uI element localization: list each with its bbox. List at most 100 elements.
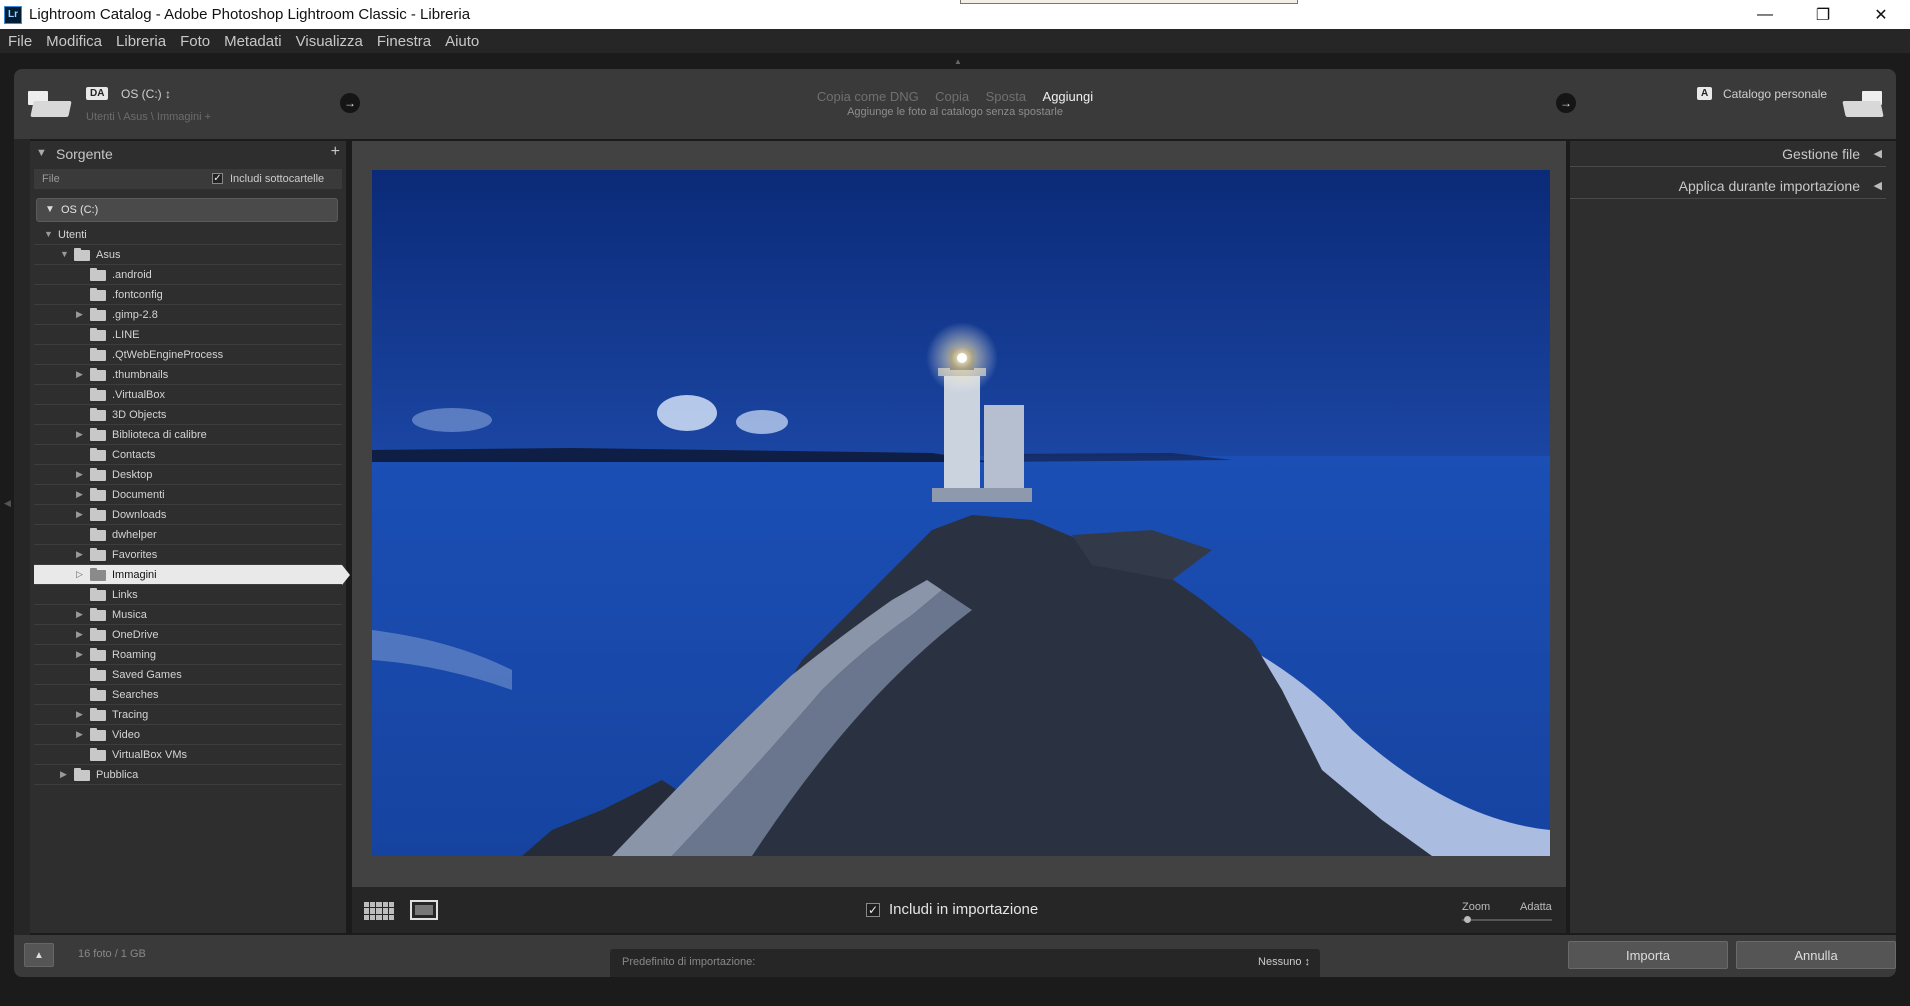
- tree-row[interactable]: ▶ Roaming: [34, 645, 342, 665]
- tree-row[interactable]: Links: [34, 585, 342, 605]
- tree-row-label: Video: [112, 729, 140, 741]
- menu-aiuto[interactable]: Aiuto: [445, 33, 479, 50]
- maximize-button[interactable]: ❐: [1794, 0, 1852, 29]
- menu-visualizza[interactable]: Visualizza: [296, 33, 363, 50]
- minimize-button[interactable]: —: [1736, 0, 1794, 29]
- tree-row-label: dwhelper: [112, 529, 157, 541]
- tree-row[interactable]: Searches: [34, 685, 342, 705]
- folder-icon: [90, 428, 106, 441]
- mode-add[interactable]: Aggiungi: [1043, 89, 1094, 104]
- source-panel-header[interactable]: ▼ Sorgente +: [30, 141, 346, 165]
- expand-triangle-icon[interactable]: ▶: [76, 729, 86, 740]
- import-preset-bar[interactable]: Predefinito di importazione: Nessuno ↕: [610, 949, 1320, 977]
- tree-row[interactable]: ▶ Tracing: [34, 705, 342, 725]
- expand-triangle-icon[interactable]: ▼: [60, 249, 70, 259]
- menu-foto[interactable]: Foto: [180, 33, 210, 50]
- zoom-slider-knob[interactable]: [1464, 916, 1471, 923]
- grid-view-icon[interactable]: [364, 902, 394, 920]
- section-applica-importazione[interactable]: Applica durante importazione ◀: [1570, 173, 1886, 199]
- include-in-import-label[interactable]: Includi in importazione: [889, 901, 1038, 918]
- expand-up-icon[interactable]: ▲: [24, 943, 54, 967]
- expand-triangle-icon[interactable]: ◀: [1874, 147, 1882, 160]
- collapse-triangle-icon[interactable]: ▼: [36, 147, 47, 159]
- expand-triangle-icon[interactable]: ◀: [1874, 179, 1882, 192]
- tree-row[interactable]: ▼ Asus: [34, 245, 342, 265]
- tree-row[interactable]: ▶ Video: [34, 725, 342, 745]
- tree-row[interactable]: ▶ Pubblica: [34, 765, 342, 785]
- folder-icon: [90, 408, 106, 421]
- tree-row-label: Utenti: [58, 229, 87, 241]
- tree-row[interactable]: ▶ Desktop: [34, 465, 342, 485]
- expand-triangle-icon[interactable]: ▶: [76, 309, 86, 320]
- expand-triangle-icon[interactable]: ▶: [76, 609, 86, 620]
- drive-expand-icon[interactable]: ▼: [45, 204, 55, 215]
- expand-triangle-icon[interactable]: ▶: [76, 489, 86, 500]
- include-subfolders-label[interactable]: Includi sottocartelle: [230, 173, 324, 185]
- expand-triangle-icon[interactable]: ▶: [76, 629, 86, 640]
- add-source-button[interactable]: +: [331, 143, 340, 161]
- tree-row-label: Asus: [96, 249, 121, 261]
- zoom-slider[interactable]: [1462, 916, 1552, 923]
- tree-row[interactable]: .QtWebEngineProcess: [34, 345, 342, 365]
- expand-triangle-icon[interactable]: ▶: [76, 549, 86, 560]
- left-panel-edge[interactable]: [14, 139, 30, 935]
- mode-copy[interactable]: Copia: [935, 89, 969, 104]
- expand-triangle-icon[interactable]: ▶: [76, 429, 86, 440]
- section-gestione-file[interactable]: Gestione file ◀: [1570, 141, 1886, 167]
- tree-row[interactable]: 3D Objects: [34, 405, 342, 425]
- cancel-button[interactable]: Annulla: [1736, 941, 1896, 969]
- loupe-view-icon[interactable]: [410, 900, 438, 920]
- menu-finestra[interactable]: Finestra: [377, 33, 431, 50]
- tree-row[interactable]: ▼ Utenti: [34, 225, 342, 245]
- tree-row[interactable]: ▶ .gimp-2.8: [34, 305, 342, 325]
- tree-row[interactable]: dwhelper: [34, 525, 342, 545]
- menu-libreria[interactable]: Libreria: [116, 33, 166, 50]
- collapse-top-caret-icon[interactable]: ▲: [954, 57, 962, 66]
- close-button[interactable]: ✕: [1852, 0, 1910, 29]
- tree-row[interactable]: .fontconfig: [34, 285, 342, 305]
- tree-row-label: Downloads: [112, 509, 167, 521]
- left-panel-collapse-icon[interactable]: ◀: [4, 498, 11, 509]
- drive-row[interactable]: ▼ OS (C:): [36, 198, 338, 222]
- expand-triangle-icon[interactable]: ▶: [76, 369, 86, 380]
- window-title: Lightroom Catalog - Adobe Photoshop Ligh…: [29, 6, 471, 23]
- expand-triangle-icon[interactable]: ▶: [76, 709, 86, 720]
- fit-label[interactable]: Adatta: [1520, 901, 1552, 913]
- tree-row[interactable]: ▶ Biblioteca di calibre: [34, 425, 342, 445]
- tree-row[interactable]: ▶ Favorites: [34, 545, 342, 565]
- tree-row[interactable]: ▷ Immagini: [34, 565, 350, 585]
- import-mode-selector: Copia come DNG Copia Sposta Aggiungi: [14, 88, 1896, 106]
- expand-triangle-icon[interactable]: ▶: [60, 769, 70, 780]
- import-button[interactable]: Importa: [1568, 941, 1728, 969]
- expand-triangle-icon[interactable]: ▷: [76, 569, 86, 580]
- tree-row[interactable]: .VirtualBox: [34, 385, 342, 405]
- tree-row[interactable]: Saved Games: [34, 665, 342, 685]
- tree-row[interactable]: ▶ .thumbnails: [34, 365, 342, 385]
- expand-triangle-icon[interactable]: ▶: [76, 469, 86, 480]
- mode-copy-as-dng[interactable]: Copia come DNG: [817, 89, 919, 104]
- mode-move[interactable]: Sposta: [986, 89, 1026, 104]
- folder-icon: [90, 268, 106, 281]
- lighthouse-photo[interactable]: [372, 170, 1550, 856]
- menu-file[interactable]: File: [8, 33, 32, 50]
- tree-row[interactable]: .LINE: [34, 325, 342, 345]
- include-subfolders-checkbox[interactable]: ✓: [212, 173, 223, 184]
- destination-arrow-icon[interactable]: →: [1556, 93, 1576, 113]
- tree-row[interactable]: VirtualBox VMs: [34, 745, 342, 765]
- preset-selector[interactable]: Nessuno ↕: [1258, 956, 1310, 968]
- source-panel: ▼ Sorgente + File ✓ Includi sottocartell…: [30, 141, 350, 933]
- expand-triangle-icon[interactable]: ▼: [44, 229, 54, 239]
- include-in-import-checkbox[interactable]: ✓: [866, 903, 880, 917]
- menu-modifica[interactable]: Modifica: [46, 33, 102, 50]
- tree-row[interactable]: Contacts: [34, 445, 342, 465]
- tree-row[interactable]: ▶ OneDrive: [34, 625, 342, 645]
- tree-row[interactable]: ▶ Musica: [34, 605, 342, 625]
- expand-triangle-icon[interactable]: ▶: [76, 649, 86, 660]
- folder-icon: [90, 748, 106, 761]
- tree-row[interactable]: ▶ Documenti: [34, 485, 342, 505]
- tree-row[interactable]: ▶ Downloads: [34, 505, 342, 525]
- expand-triangle-icon[interactable]: ▶: [76, 509, 86, 520]
- menu-metadati[interactable]: Metadati: [224, 33, 282, 50]
- tree-row[interactable]: .android: [34, 265, 342, 285]
- folder-icon: [90, 568, 106, 581]
